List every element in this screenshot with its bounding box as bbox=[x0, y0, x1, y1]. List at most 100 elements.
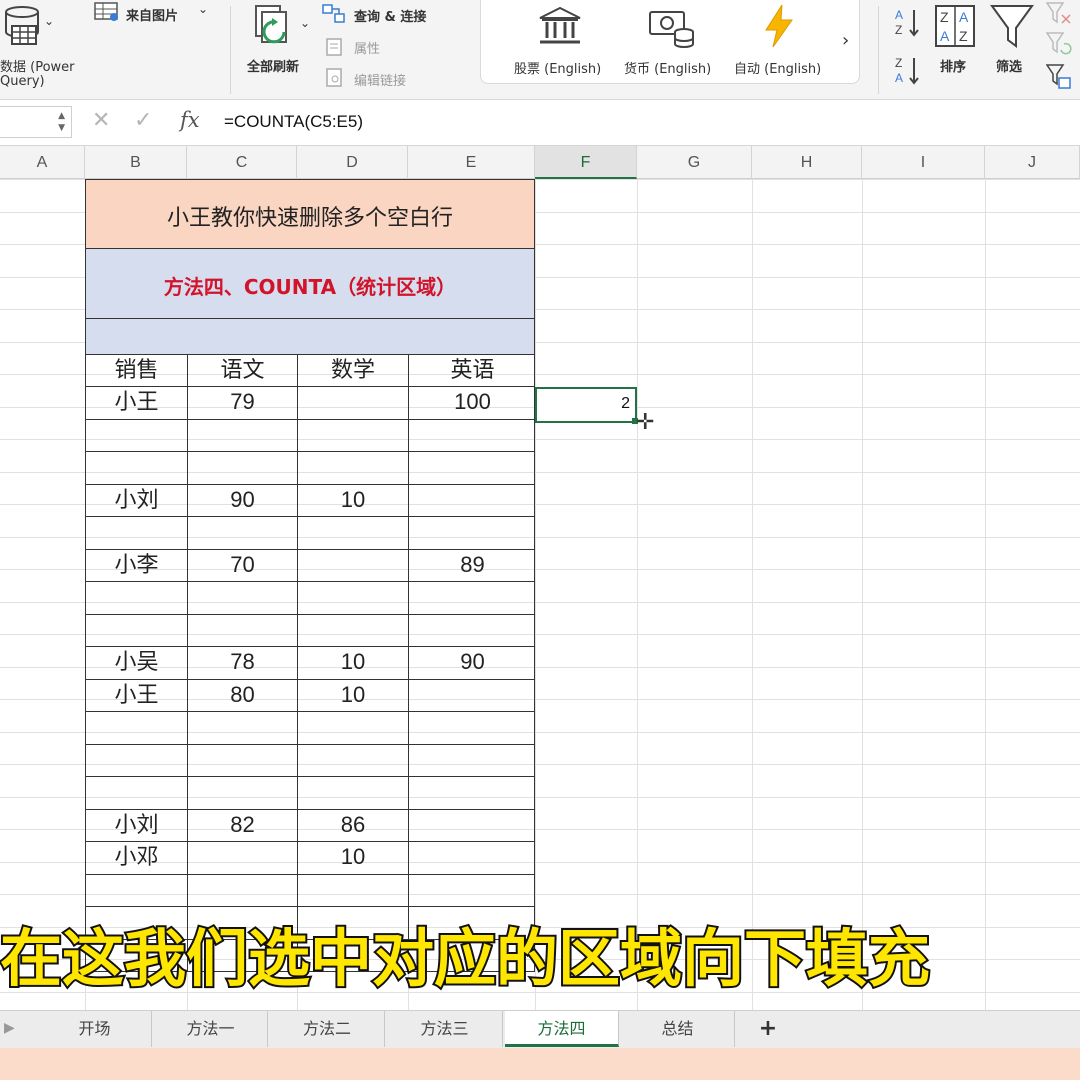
selected-cell-f5[interactable]: 2 bbox=[535, 387, 637, 423]
table-cell[interactable] bbox=[188, 842, 298, 874]
table-cell[interactable] bbox=[409, 745, 536, 777]
table-cell[interactable] bbox=[409, 615, 536, 647]
table-cell[interactable] bbox=[409, 712, 536, 744]
table-cell[interactable] bbox=[409, 940, 536, 972]
table-cell[interactable] bbox=[409, 842, 536, 874]
table-cell[interactable] bbox=[298, 712, 409, 744]
table-cell[interactable] bbox=[409, 907, 536, 939]
get-data-label[interactable]: 数据 (Power bbox=[0, 56, 75, 75]
table-cell[interactable] bbox=[298, 419, 409, 451]
sheet-tab-5[interactable]: 方法四 bbox=[505, 1011, 619, 1047]
table-cell[interactable]: 小刘 bbox=[86, 809, 188, 841]
add-sheet-button[interactable]: + bbox=[755, 1011, 781, 1047]
table-cell[interactable]: 小王 bbox=[86, 679, 188, 711]
table-cell[interactable] bbox=[409, 452, 536, 484]
lightning-icon[interactable] bbox=[762, 4, 796, 48]
table-cell[interactable] bbox=[188, 419, 298, 451]
column-header-d[interactable]: D bbox=[297, 146, 408, 179]
table-cell[interactable] bbox=[86, 777, 188, 809]
from-picture-button[interactable]: 来自图片 bbox=[126, 5, 178, 24]
table-cell[interactable]: 100 bbox=[409, 387, 536, 419]
column-header-g[interactable]: G bbox=[637, 146, 752, 179]
sheet-title-cell[interactable]: 小王教你快速删除多个空白行 bbox=[85, 179, 535, 249]
column-header-i[interactable]: I bbox=[862, 146, 985, 179]
table-header-cell[interactable]: 数学 bbox=[298, 355, 409, 386]
table-cell[interactable] bbox=[188, 712, 298, 744]
table-cell[interactable] bbox=[409, 582, 536, 614]
table-cell[interactable] bbox=[298, 387, 409, 419]
table-cell[interactable] bbox=[86, 874, 188, 906]
queries-connections-icon[interactable] bbox=[322, 4, 346, 24]
table-cell[interactable] bbox=[298, 777, 409, 809]
table-cell[interactable] bbox=[409, 680, 536, 712]
table-cell[interactable] bbox=[298, 939, 409, 971]
table-cell[interactable]: 小邓 bbox=[86, 842, 188, 874]
sort-ascending-icon[interactable]: AZ bbox=[894, 6, 924, 40]
table-cell[interactable]: 小吴 bbox=[86, 647, 188, 679]
confirm-icon[interactable]: ✓ bbox=[134, 108, 152, 133]
chevron-down-icon[interactable]: ⌄ bbox=[300, 16, 310, 30]
sheet-tab-1[interactable]: 开场 bbox=[38, 1011, 152, 1047]
method-cell[interactable]: 方法四、COUNTA（统计区域） bbox=[85, 249, 535, 319]
table-cell[interactable]: 78 bbox=[188, 647, 298, 679]
sort-descending-icon[interactable]: ZA bbox=[894, 54, 924, 88]
filter-button[interactable]: 筛选 bbox=[996, 56, 1022, 75]
name-box[interactable]: ▲ ▼ bbox=[0, 106, 72, 138]
table-cell[interactable] bbox=[298, 517, 409, 549]
refresh-all-button[interactable]: 全部刷新 bbox=[247, 56, 299, 75]
table-cell[interactable] bbox=[188, 907, 298, 939]
table-cell[interactable] bbox=[86, 712, 188, 744]
table-cell[interactable]: 70 bbox=[188, 549, 298, 581]
reapply-filter-icon[interactable] bbox=[1046, 32, 1072, 56]
table-header-cell[interactable]: 英语 bbox=[409, 355, 536, 386]
table-cell[interactable] bbox=[86, 907, 188, 939]
table-cell[interactable] bbox=[298, 452, 409, 484]
table-cell[interactable]: 79 bbox=[188, 387, 298, 419]
table-header-cell[interactable]: 语文 bbox=[188, 355, 298, 386]
advanced-filter-icon[interactable] bbox=[1046, 64, 1072, 90]
table-cell[interactable]: 小王 bbox=[86, 387, 188, 419]
table-cell[interactable] bbox=[86, 939, 188, 971]
database-icon[interactable] bbox=[0, 4, 50, 50]
column-header-f[interactable]: F bbox=[535, 146, 637, 179]
table-cell[interactable] bbox=[188, 452, 298, 484]
filter-icon[interactable] bbox=[990, 4, 1034, 50]
table-cell[interactable] bbox=[86, 614, 188, 646]
table-cell[interactable]: 10 bbox=[298, 679, 409, 711]
table-cell[interactable] bbox=[86, 452, 188, 484]
table-cell[interactable] bbox=[298, 549, 409, 581]
currency-icon[interactable] bbox=[648, 8, 696, 50]
table-cell[interactable]: 小李 bbox=[86, 549, 188, 581]
insert-function-button[interactable]: fx bbox=[180, 108, 200, 132]
table-cell[interactable] bbox=[409, 517, 536, 549]
clear-filter-icon[interactable] bbox=[1046, 2, 1072, 26]
table-cell[interactable]: 86 bbox=[298, 809, 409, 841]
column-header-a[interactable]: A bbox=[0, 146, 85, 179]
table-cell[interactable]: 82 bbox=[188, 809, 298, 841]
table-cell[interactable] bbox=[86, 517, 188, 549]
bank-icon[interactable] bbox=[538, 6, 582, 46]
blank-header-cell[interactable] bbox=[85, 319, 535, 355]
table-cell[interactable]: 10 bbox=[298, 484, 409, 516]
table-cell[interactable] bbox=[298, 614, 409, 646]
chevron-down-icon[interactable]: ⌄ bbox=[44, 14, 54, 28]
sort-button[interactable]: 排序 bbox=[940, 56, 966, 75]
table-header-cell[interactable]: 销售 bbox=[86, 355, 188, 386]
table-cell[interactable]: 80 bbox=[188, 679, 298, 711]
table-cell[interactable] bbox=[409, 875, 536, 907]
table-cell[interactable]: 90 bbox=[409, 647, 536, 679]
table-cell[interactable] bbox=[188, 777, 298, 809]
properties-icon[interactable] bbox=[326, 38, 344, 56]
get-data-label-2[interactable]: Query) bbox=[0, 74, 45, 89]
tab-scroll-icon[interactable]: ▶ bbox=[4, 1020, 15, 1036]
currency-button[interactable]: 货币 (English) bbox=[624, 58, 711, 77]
table-cell[interactable] bbox=[409, 485, 536, 517]
table-cell[interactable] bbox=[188, 582, 298, 614]
column-header-j[interactable]: J bbox=[985, 146, 1080, 179]
table-cell[interactable] bbox=[188, 874, 298, 906]
chevron-right-icon[interactable]: › bbox=[842, 30, 849, 51]
table-cell[interactable] bbox=[188, 614, 298, 646]
stocks-button[interactable]: 股票 (English) bbox=[514, 58, 601, 77]
table-cell[interactable] bbox=[188, 939, 298, 971]
table-cell[interactable] bbox=[298, 874, 409, 906]
